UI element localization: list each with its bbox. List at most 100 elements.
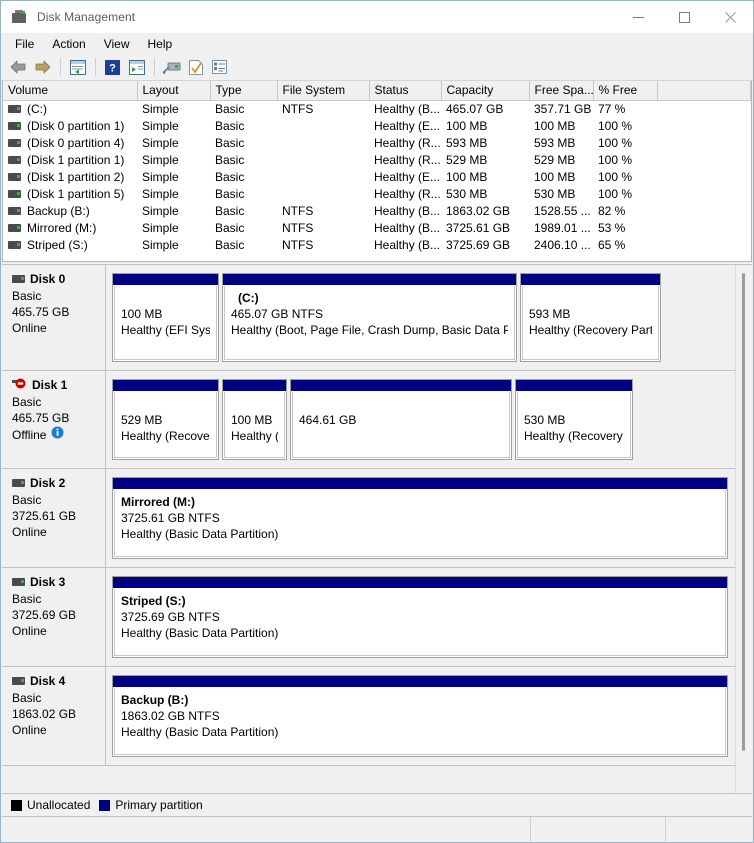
menu-action[interactable]: Action [43, 35, 94, 53]
type-cell: Basic [215, 221, 245, 235]
show-hide-action-pane-icon[interactable] [125, 56, 148, 78]
partition-status: Healthy (Recovery [524, 429, 623, 443]
table-row[interactable]: (Disk 0 partition 1) Simple Basic Healthy (… [3, 118, 751, 135]
table-row[interactable]: (C:) Simple Basic NTFS Healthy (B... 465.07 G… [3, 101, 751, 118]
column-header-status[interactable]: Status [369, 81, 442, 101]
disk-size: 465.75 GB [12, 411, 70, 425]
title-bar: Disk Management [1, 1, 753, 33]
table-row[interactable]: (Disk 1 partition 2) Simple Basic Healthy (… [3, 169, 751, 186]
partition-details: (C:) 465.07 GB NTFS Healthy (Boot, Page Fi… [224, 286, 515, 360]
table-header-row: Volume Layout Type File System Status Ca… [3, 81, 751, 101]
free-space-cell: 1528.55 ... [534, 204, 591, 218]
disk-row[interactable]: Disk 4 Basic 1863.02 GB Online Backup (B:) 18… [2, 667, 736, 766]
table-row[interactable]: (Disk 1 partition 1) Simple Basic Healthy (… [3, 152, 751, 169]
type-cell: Basic [215, 187, 245, 201]
disk-header[interactable]: Disk 2 Basic 3725.61 GB Online [2, 469, 106, 567]
partition-block[interactable]: (C:) 465.07 GB NTFS Healthy (Boot, Page Fi… [222, 273, 517, 362]
partition-block[interactable]: 100 MB Healthy (EFI [222, 379, 287, 460]
table-row[interactable]: Mirrored (M:) Simple Basic NTFS Healthy (B..… [3, 220, 751, 237]
disk-type: Basic [12, 691, 42, 705]
show-hide-console-tree-icon[interactable] [66, 56, 89, 78]
menu-file[interactable]: File [6, 35, 43, 53]
information-icon[interactable] [51, 426, 64, 443]
help-icon[interactable]: ? [101, 56, 124, 78]
volume-icon [8, 224, 21, 232]
partition-block[interactable]: Striped (S:) 3725.69 GB NTFS Healthy (Basi… [112, 576, 728, 658]
partition-block[interactable]: 529 MB Healthy (Recovery [112, 379, 219, 460]
partition-block[interactable]: 100 MB Healthy (EFI Syst [112, 273, 219, 362]
partition-block[interactable]: 593 MB Healthy (Recovery Partit [520, 273, 661, 362]
layout-cell: Simple [142, 238, 179, 252]
column-header-free-space[interactable]: Free Spa... [529, 81, 594, 101]
status-bar [2, 817, 752, 841]
column-header-volume[interactable]: Volume [3, 81, 138, 101]
table-row[interactable]: (Disk 0 partition 4) Simple Basic Healthy (… [3, 135, 751, 152]
legend-item-unallocated: Unallocated [11, 798, 90, 812]
volume-cell: Backup (B:) [3, 203, 137, 220]
type-cell: Basic [215, 119, 245, 133]
type-cell: Basic [215, 102, 245, 117]
disk-header[interactable]: Disk 4 Basic 1863.02 GB Online [2, 667, 106, 765]
disk-pane-scrollbar[interactable] [735, 265, 752, 793]
list-view-icon[interactable] [208, 56, 231, 78]
filler-cell [657, 203, 751, 220]
percent-free-cell: 77 % [598, 102, 626, 117]
type-cell: Basic [215, 153, 245, 167]
disk-header[interactable]: Disk 1 Basic 465.75 GB Offline [2, 371, 106, 468]
column-header-type[interactable]: Type [210, 81, 278, 101]
menu-help[interactable]: Help [139, 35, 182, 53]
table-row[interactable]: Striped (S:) Simple Basic NTFS Healthy (B...… [3, 237, 751, 254]
disk-pane-scrollbar-thumb[interactable] [742, 273, 745, 751]
disk-row[interactable]: Disk 1 Basic 465.75 GB Offline 529 MB Healthy… [2, 371, 736, 469]
free-space-cell: 593 MB [534, 136, 576, 150]
volume-list-pane[interactable]: Volume Layout Type File System Status Ca… [2, 81, 752, 262]
minimize-button[interactable] [615, 1, 661, 33]
disk-row[interactable]: Disk 2 Basic 3725.61 GB Online Mirrored (M:)… [2, 469, 736, 568]
disk-drive-icon [12, 274, 25, 283]
partition-size: 100 MB [121, 307, 163, 321]
free-space-cell: 2406.10 ... [534, 238, 591, 252]
partition-block[interactable]: Mirrored (M:) 3725.61 GB NTFS Healthy (Bas… [112, 477, 728, 559]
partition-label-spacer [529, 290, 652, 306]
column-header-percent-free[interactable]: % Free [593, 81, 658, 101]
volume-cell: Striped (S:) [3, 237, 137, 254]
status-bar-middle [531, 817, 666, 841]
table-row[interactable]: Backup (B:) Simple Basic NTFS Healthy (B... 1… [3, 203, 751, 220]
column-header-filler[interactable] [657, 81, 751, 101]
disk-row[interactable]: Disk 0 Basic 465.75 GB Online 100 MB Healthy … [2, 265, 736, 371]
column-header-layout[interactable]: Layout [137, 81, 211, 101]
back-arrow-icon[interactable] [7, 56, 30, 78]
close-button[interactable] [707, 1, 753, 33]
disk-header[interactable]: Disk 3 Basic 3725.69 GB Online [2, 568, 106, 666]
partition-label-spacer [121, 290, 210, 306]
disk-graphical-pane[interactable]: Disk 0 Basic 465.75 GB Online 100 MB Healthy … [2, 264, 752, 793]
maximize-button[interactable] [661, 1, 707, 33]
capacity-cell: 1863.02 GB [446, 204, 511, 218]
menu-view[interactable]: View [95, 35, 139, 53]
forward-arrow-icon[interactable] [31, 56, 54, 78]
disk-drive-icon [12, 676, 25, 685]
partition-block[interactable]: 464.61 GB [290, 379, 512, 460]
column-header-capacity[interactable]: Capacity [441, 81, 530, 101]
disk-partitions: Backup (B:) 1863.02 GB NTFS Healthy (Basic… [106, 667, 736, 765]
properties-icon[interactable] [184, 56, 207, 78]
partition-color-bar [113, 676, 727, 688]
partition-block[interactable]: 530 MB Healthy (Recovery [515, 379, 633, 460]
type-cell: Basic [215, 170, 245, 184]
rescan-disks-icon[interactable] [160, 56, 183, 78]
filler-cell [657, 152, 751, 169]
column-header-file-system[interactable]: File System [277, 81, 370, 101]
file-system-cell: NTFS [282, 204, 314, 218]
disk-row[interactable]: Disk 3 Basic 3725.69 GB Online Striped (S:) 3… [2, 568, 736, 667]
free-space-cell: 529 MB [534, 153, 576, 167]
percent-free-cell: 100 % [598, 119, 633, 133]
file-system-cell [277, 152, 369, 169]
disk-state-line: Online [12, 320, 105, 336]
file-system-cell: NTFS [282, 238, 314, 252]
disk-type: Basic [12, 395, 42, 409]
file-system-cell [277, 118, 369, 135]
table-row[interactable]: (Disk 1 partition 5) Simple Basic Healthy (… [3, 186, 751, 203]
partition-block[interactable]: Backup (B:) 1863.02 GB NTFS Healthy (Basic… [112, 675, 728, 757]
disk-header[interactable]: Disk 0 Basic 465.75 GB Online [2, 265, 106, 370]
volume-icon [8, 190, 21, 198]
